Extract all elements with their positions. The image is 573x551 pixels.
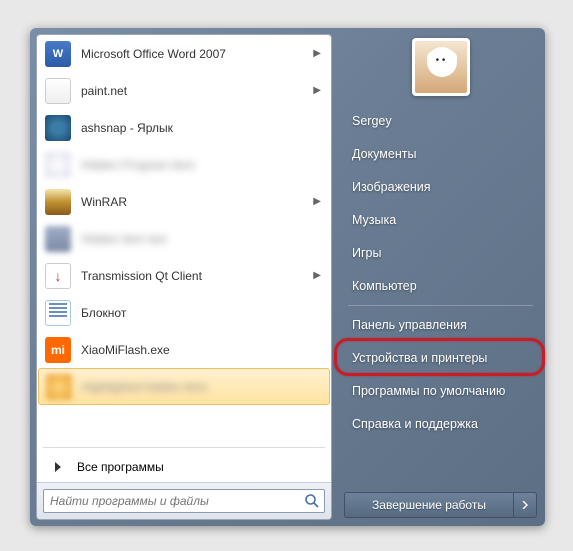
shutdown-options-button[interactable]: [513, 492, 537, 518]
shutdown-bar: Завершение работы: [342, 488, 539, 520]
program-label: WinRAR: [81, 195, 313, 209]
program-icon: [45, 115, 71, 141]
search-input[interactable]: [50, 494, 304, 508]
program-label: XiaoMiFlash.exe: [81, 343, 325, 357]
right-menu-item[interactable]: Панель управления: [342, 309, 539, 341]
search-container: [37, 482, 331, 519]
program-icon: [45, 226, 71, 252]
program-item[interactable]: mi XiaoMiFlash.exe: [37, 331, 331, 368]
right-separator: [348, 305, 533, 306]
submenu-arrow-icon: ▶: [313, 85, 325, 96]
program-list: WMicrosoft Office Word 2007▶paint.net▶as…: [37, 35, 331, 443]
search-box[interactable]: [43, 489, 325, 513]
submenu-arrow-icon: ▶: [313, 270, 325, 281]
all-programs-label: Все программы: [77, 460, 164, 474]
arrow-right-icon: [49, 458, 67, 476]
program-label: Transmission Qt Client: [81, 269, 313, 283]
program-item[interactable]: W Microsoft Office Word 2007▶: [37, 35, 331, 72]
program-pane: WMicrosoft Office Word 2007▶paint.net▶as…: [36, 34, 332, 520]
right-menu-item[interactable]: Sergey: [342, 105, 539, 137]
submenu-arrow-icon: ▶: [313, 196, 325, 207]
program-label: Highlighted hidden item: [82, 380, 323, 394]
program-item[interactable]: Hidden Program Item: [37, 146, 331, 183]
program-icon: [46, 374, 72, 400]
user-avatar-container: [342, 38, 539, 96]
submenu-arrow-icon: ▶: [313, 48, 325, 59]
program-icon: [45, 78, 71, 104]
right-menu-item[interactable]: Компьютер: [342, 270, 539, 302]
program-item[interactable]: WinRAR▶: [37, 183, 331, 220]
search-icon[interactable]: [304, 493, 320, 509]
program-icon: [45, 300, 71, 326]
program-label: ashsnap - Ярлык: [81, 121, 325, 135]
program-item[interactable]: ↓ Transmission Qt Client▶: [37, 257, 331, 294]
all-programs-button[interactable]: Все программы: [37, 452, 331, 482]
program-label: paint.net: [81, 84, 313, 98]
right-menu-item[interactable]: Программы по умолчанию: [342, 375, 539, 407]
right-menu-item[interactable]: Игры: [342, 237, 539, 269]
user-avatar[interactable]: [412, 38, 470, 96]
start-menu: WMicrosoft Office Word 2007▶paint.net▶as…: [30, 28, 545, 526]
program-icon: [45, 189, 71, 215]
program-item[interactable]: paint.net▶: [37, 72, 331, 109]
program-icon: [45, 152, 71, 178]
separator: [43, 447, 325, 448]
program-label: Hidden Program Item: [81, 158, 325, 172]
right-menu-item[interactable]: Устройства и принтеры: [342, 342, 539, 374]
right-item-list: SergeyДокументыИзображенияМузыкаИгрыКомп…: [342, 104, 539, 488]
right-menu-item[interactable]: Музыка: [342, 204, 539, 236]
program-item[interactable]: ashsnap - Ярлык: [37, 109, 331, 146]
program-icon: W: [45, 41, 71, 67]
shutdown-label: Завершение работы: [372, 498, 486, 512]
program-item[interactable]: Блокнот: [37, 294, 331, 331]
program-icon: mi: [45, 337, 71, 363]
right-menu-item[interactable]: Справка и поддержка: [342, 408, 539, 440]
right-pane: SergeyДокументыИзображенияМузыкаИгрыКомп…: [332, 34, 539, 520]
shutdown-button[interactable]: Завершение работы: [344, 492, 513, 518]
program-item[interactable]: Hidden item two: [37, 220, 331, 257]
right-menu-item[interactable]: Документы: [342, 138, 539, 170]
program-icon: ↓: [45, 263, 71, 289]
program-label: Microsoft Office Word 2007: [81, 47, 313, 61]
program-label: Hidden item two: [81, 232, 325, 246]
avatar-image-icon: [415, 41, 467, 93]
right-menu-item[interactable]: Изображения: [342, 171, 539, 203]
program-label: Блокнот: [81, 306, 325, 320]
chevron-right-icon: [521, 501, 529, 509]
program-item[interactable]: Highlighted hidden item: [38, 368, 330, 405]
